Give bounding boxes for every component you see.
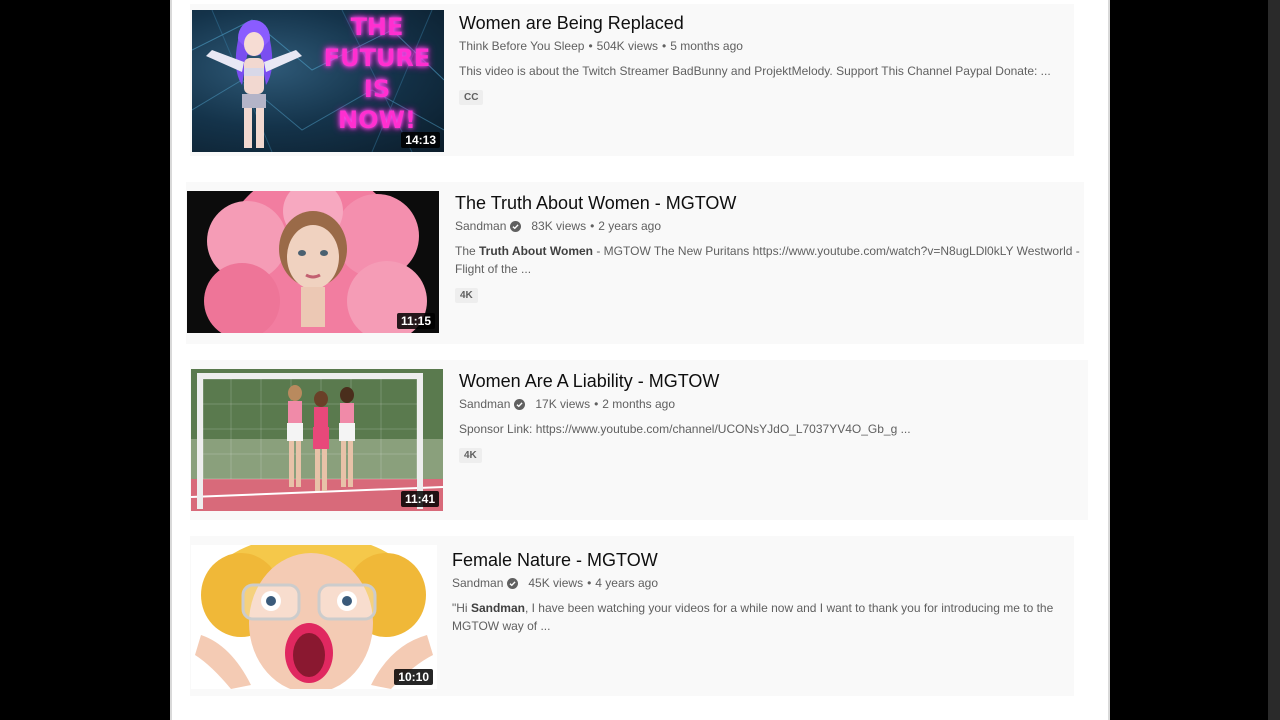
description-highlight: Truth About Women [479,244,593,258]
channel-name[interactable]: Sandman [459,397,510,411]
quality-badge: 4K [455,288,478,303]
search-results-panel: THE FUTURE IS NOW! 14:13 Women are Being… [170,0,1110,720]
channel-name[interactable]: Think Before You Sleep [459,39,584,53]
video-meta: Sandman 45K views • 4 years ago [452,576,1062,590]
view-count: 504K views [596,39,659,53]
upload-age: 4 years ago [595,576,658,590]
video-description: Sponsor Link: https://www.youtube.com/ch… [459,422,911,436]
video-info: The Truth About Women - MGTOW Sandman 83… [455,192,1095,303]
video-title[interactable]: Female Nature - MGTOW [452,549,1062,571]
video-meta: Sandman 83K views • 2 years ago [455,219,1095,233]
upload-age: 2 years ago [598,219,661,233]
video-thumbnail[interactable]: 10:10 [191,545,437,689]
video-duration: 10:10 [394,669,433,685]
video-info: Women are Being Replaced Think Before Yo… [459,12,1079,105]
video-description: The Truth About Women - MGTOW The New Pu… [455,244,1080,276]
view-count: 83K views [531,219,587,233]
video-duration: 14:13 [401,132,440,148]
video-duration: 11:41 [400,491,439,507]
upload-age: 5 months ago [670,39,743,53]
video-thumbnail[interactable]: THE FUTURE IS NOW! 14:13 [192,10,444,152]
video-result[interactable]: 11:15 The Truth About Women - MGTOW Sand… [186,182,1084,344]
meta-separator: • [594,397,599,411]
caption-badge: CC [459,90,484,105]
video-title[interactable]: Women are Being Replaced [459,12,1079,34]
quality-badge: 4K [459,448,482,463]
video-result[interactable]: 10:10 Female Nature - MGTOW Sandman 45K … [190,536,1074,696]
video-result[interactable]: 11:41 Women Are A Liability - MGTOW Sand… [190,360,1088,520]
thumbnail-art [204,191,427,333]
view-count: 45K views [528,576,584,590]
video-thumbnail[interactable]: 11:15 [187,191,439,333]
meta-separator: • [662,39,667,53]
thumbnail-art [195,545,433,689]
video-title[interactable]: Women Are A Liability - MGTOW [459,370,1079,392]
meta-separator: • [587,576,592,590]
video-description: This video is about the Twitch Streamer … [459,64,1051,78]
meta-separator: • [590,219,595,233]
video-description: "Hi Sandman, I have been watching your v… [452,601,1054,633]
video-title[interactable]: The Truth About Women - MGTOW [455,192,1095,214]
verified-check-icon [514,398,526,410]
description-highlight: Sandman [470,601,525,615]
video-result[interactable]: THE FUTURE IS NOW! 14:13 Women are Being… [190,4,1074,156]
thumbnail-overlay-text: THE FUTURE IS NOW! [323,13,431,134]
meta-separator: • [588,39,593,53]
channel-name[interactable]: Sandman [452,576,503,590]
channel-name[interactable]: Sandman [455,219,506,233]
upload-age: 2 months ago [602,397,675,411]
thumbnail-art [191,369,443,511]
video-duration: 11:15 [396,313,435,329]
video-info: Female Nature - MGTOW Sandman 45K views … [452,549,1062,635]
video-info: Women Are A Liability - MGTOW Sandman 17… [459,370,1079,463]
verified-check-icon [507,577,519,589]
video-meta: Sandman 17K views • 2 months ago [459,397,1079,411]
video-meta: Think Before You Sleep • 504K views • 5 … [459,39,1079,53]
verified-check-icon [510,220,522,232]
video-thumbnail[interactable]: 11:41 [191,369,443,511]
view-count: 17K views [535,397,591,411]
window-edge [1268,0,1280,720]
